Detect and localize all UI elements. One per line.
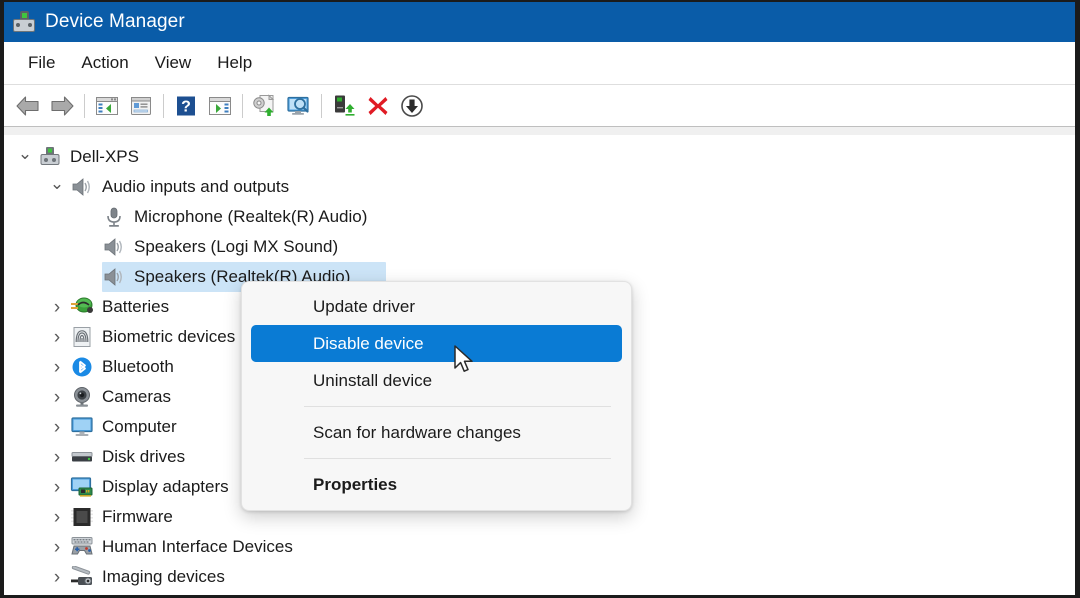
tree-item-label: Bluetooth	[102, 357, 174, 376]
help-icon: ?	[177, 96, 195, 115]
menu-view[interactable]: View	[142, 50, 205, 76]
uninstall-device-button[interactable]	[361, 90, 395, 122]
fingerprint-icon	[70, 326, 94, 348]
menu-file[interactable]: File	[15, 50, 68, 76]
toolbar: ?	[4, 85, 1075, 135]
scan-for-hardware-changes-button[interactable]	[282, 90, 316, 122]
back-button[interactable]	[11, 90, 45, 122]
context-menu[interactable]: Update driver Disable device Uninstall d…	[241, 281, 632, 511]
disable-device-icon	[401, 94, 423, 117]
tree-item-dell-xps[interactable]: Dell-XPS	[4, 142, 1075, 172]
tree-item-speakers-logi-mx-sound[interactable]: Speakers (Logi MX Sound)	[4, 232, 1075, 262]
ctx-update-driver[interactable]: Update driver	[251, 288, 622, 325]
context-menu-separator	[304, 458, 611, 459]
enable-device-icon	[335, 95, 355, 116]
tree-item-label: Disk drives	[102, 447, 186, 466]
update-driver-icon	[253, 93, 275, 116]
computer-root-icon	[38, 146, 62, 168]
chevron-down-icon[interactable]	[12, 149, 38, 166]
battery-icon	[70, 296, 94, 318]
chevron-down-icon[interactable]	[44, 179, 70, 196]
chevron-right-icon[interactable]	[44, 538, 70, 557]
device-manager-icon	[13, 11, 35, 33]
toolbar-separator	[321, 93, 322, 118]
imaging-device-icon	[70, 565, 94, 588]
tree-item-label: Biometric devices	[102, 327, 236, 346]
tree-item-label: Computer	[102, 417, 177, 436]
chevron-right-icon[interactable]	[44, 358, 70, 377]
menu-help[interactable]: Help	[204, 50, 265, 76]
tree-item-microphone[interactable]: Microphone (Realtek(R) Audio)	[4, 202, 1075, 232]
tree-item-label: Dell-XPS	[70, 147, 139, 166]
tree-item-label: Batteries	[102, 297, 170, 316]
show-hide-console-tree-button[interactable]	[90, 90, 124, 122]
chevron-right-icon[interactable]	[44, 508, 70, 527]
chevron-right-icon[interactable]	[44, 388, 70, 407]
device-manager-window: Device Manager File Action View Help ? ⌄…	[0, 0, 1080, 598]
chevron-right-icon[interactable]	[44, 568, 70, 587]
speaker-icon	[70, 176, 94, 198]
toolbar-separator	[163, 93, 164, 118]
chevron-right-icon[interactable]	[44, 478, 70, 497]
tree-item-label: Audio inputs and outputs	[102, 177, 290, 196]
toolbar-separator	[84, 93, 85, 118]
tree-item-label: Microphone (Realtek(R) Audio)	[134, 207, 368, 226]
forward-arrow-icon	[51, 95, 74, 116]
scan-for-hardware-changes-icon	[287, 96, 309, 115]
window-title: Device Manager	[45, 11, 185, 32]
tree-item-label: Human Interface Devices	[102, 537, 293, 556]
help-button[interactable]: ?	[169, 90, 203, 122]
speaker-icon	[102, 266, 126, 288]
menu-action[interactable]: Action	[68, 50, 141, 76]
display-adapter-icon	[70, 476, 94, 498]
back-arrow-icon	[16, 95, 39, 116]
show-hide-console-tree-icon	[96, 96, 118, 115]
properties-icon	[131, 96, 151, 115]
tree-item-label: Speakers (Logi MX Sound)	[134, 237, 339, 256]
uninstall-device-icon	[368, 96, 388, 115]
microphone-icon	[102, 206, 126, 228]
show-hide-action-pane-button[interactable]	[203, 90, 237, 122]
bluetooth-icon	[70, 356, 94, 378]
update-driver-button[interactable]	[248, 90, 282, 122]
show-hide-action-pane-icon	[209, 96, 231, 115]
tree-item-imaging-devices[interactable]: Imaging devices	[4, 562, 1075, 592]
menu-bar: File Action View Help	[4, 42, 1075, 85]
chevron-right-icon[interactable]	[44, 328, 70, 347]
tree-item-label: Cameras	[102, 387, 171, 406]
enable-device-button[interactable]	[327, 90, 361, 122]
speaker-icon	[102, 236, 126, 258]
svg-text:?: ?	[181, 98, 191, 115]
ctx-properties[interactable]: Properties	[251, 466, 622, 503]
tree-item-label: Firmware	[102, 507, 173, 526]
tree-item-label: Display adapters	[102, 477, 229, 496]
camera-icon	[70, 386, 94, 408]
firmware-chip-icon	[70, 506, 94, 528]
hid-gamepad-icon	[70, 536, 94, 558]
chevron-right-icon[interactable]	[44, 298, 70, 317]
properties-button[interactable]	[124, 90, 158, 122]
forward-button[interactable]	[45, 90, 79, 122]
ctx-uninstall-device[interactable]: Uninstall device	[251, 362, 622, 399]
monitor-icon	[70, 416, 94, 438]
title-bar: Device Manager	[4, 2, 1075, 42]
tree-item-audio-inputs-and-outputs[interactable]: Audio inputs and outputs	[4, 172, 1075, 202]
ctx-scan-for-hardware-changes[interactable]: Scan for hardware changes	[251, 414, 622, 451]
tree-item-label: Imaging devices	[102, 567, 225, 586]
chevron-right-icon[interactable]	[44, 448, 70, 467]
chevron-right-icon[interactable]	[44, 418, 70, 437]
tree-item-human-interface-devices[interactable]: Human Interface Devices	[4, 532, 1075, 562]
ctx-disable-device[interactable]: Disable device	[251, 325, 622, 362]
context-menu-separator	[304, 406, 611, 407]
disk-drive-icon	[70, 446, 94, 468]
disable-device-button[interactable]	[395, 90, 429, 122]
toolbar-separator	[242, 93, 243, 118]
